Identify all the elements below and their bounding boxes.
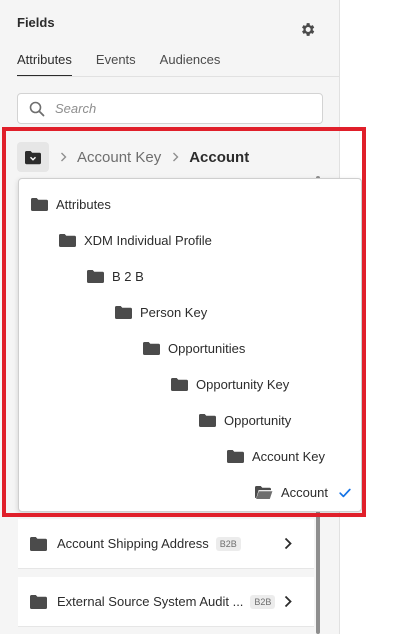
dropdown-item-label: Opportunity Key	[196, 376, 290, 392]
chevron-right-icon[interactable]	[284, 537, 292, 550]
dropdown-item-opportunity-key[interactable]: Opportunity Key	[171, 371, 289, 397]
gear-icon	[301, 22, 314, 36]
dropdown-item-label: B 2 B	[112, 268, 144, 284]
chevron-right-icon	[172, 152, 179, 162]
dropdown-item-attributes[interactable]: Attributes	[31, 191, 111, 217]
dropdown-item-b2b[interactable]: B 2 B	[87, 263, 144, 289]
dropdown-item-label: Account	[281, 484, 328, 500]
dropdown-item-label: Opportunity	[224, 412, 292, 428]
checkmark-icon	[339, 485, 351, 503]
list-item-label: External Source System Audit ...	[57, 594, 244, 609]
folder-icon	[199, 413, 216, 427]
folder-icon	[227, 449, 244, 463]
dropdown-item-label: Opportunities	[168, 340, 246, 356]
folder-menu-button[interactable]	[17, 142, 49, 172]
b2b-badge: B2B	[250, 594, 276, 609]
folder-icon	[143, 341, 160, 355]
dropdown-item-person-key[interactable]: Person Key	[115, 299, 207, 325]
folder-icon	[31, 197, 48, 211]
breadcrumb: Account Key Account	[17, 142, 249, 172]
breadcrumb-item-account: Account	[189, 148, 250, 166]
folder-icon	[59, 233, 76, 247]
tab-bar: Attributes Events Audiences	[17, 52, 244, 77]
tab-events[interactable]: Events	[96, 52, 136, 75]
chevron-right-icon	[60, 152, 67, 162]
dropdown-item-xdm-individual-profile[interactable]: XDM Individual Profile	[59, 227, 212, 253]
panel-title: Fields	[17, 15, 55, 30]
list-item[interactable]: External Source System Audit ... B2B	[18, 577, 314, 627]
breadcrumb-item-account-key[interactable]: Account Key	[77, 149, 161, 166]
folder-icon	[115, 305, 132, 319]
dropdown-item-opportunity[interactable]: Opportunity	[199, 407, 291, 433]
chevron-right-icon[interactable]	[284, 595, 292, 608]
dropdown-item-account-key[interactable]: Account Key	[227, 443, 325, 469]
folder-icon	[87, 269, 104, 283]
dropdown-item-label: Person Key	[140, 304, 208, 320]
list-item-label: Account Shipping Address	[57, 536, 209, 551]
search-icon	[29, 101, 45, 116]
dropdown-item-account[interactable]: Account	[255, 479, 328, 505]
list-item[interactable]: Account Shipping Address B2B	[18, 519, 314, 569]
folder-icon	[30, 536, 47, 551]
tab-attributes[interactable]: Attributes	[17, 52, 72, 77]
dropdown-item-opportunities[interactable]: Opportunities	[143, 335, 245, 361]
search-field[interactable]	[17, 93, 323, 124]
settings-button[interactable]	[297, 19, 317, 39]
folder-icon	[171, 377, 188, 391]
b2b-badge: B2B	[215, 536, 241, 551]
folder-open-icon	[255, 485, 273, 499]
folder-path-dropdown: Attributes XDM Individual Profile B 2 B …	[18, 178, 362, 512]
folder-open-icon	[25, 150, 41, 164]
dropdown-item-label: Attributes	[56, 196, 111, 212]
folder-icon	[30, 594, 47, 609]
tab-audiences[interactable]: Audiences	[160, 52, 221, 75]
search-input[interactable]	[53, 100, 297, 117]
tab-divider	[17, 76, 340, 77]
dropdown-item-label: XDM Individual Profile	[84, 232, 212, 248]
dropdown-item-label: Account Key	[252, 448, 325, 464]
